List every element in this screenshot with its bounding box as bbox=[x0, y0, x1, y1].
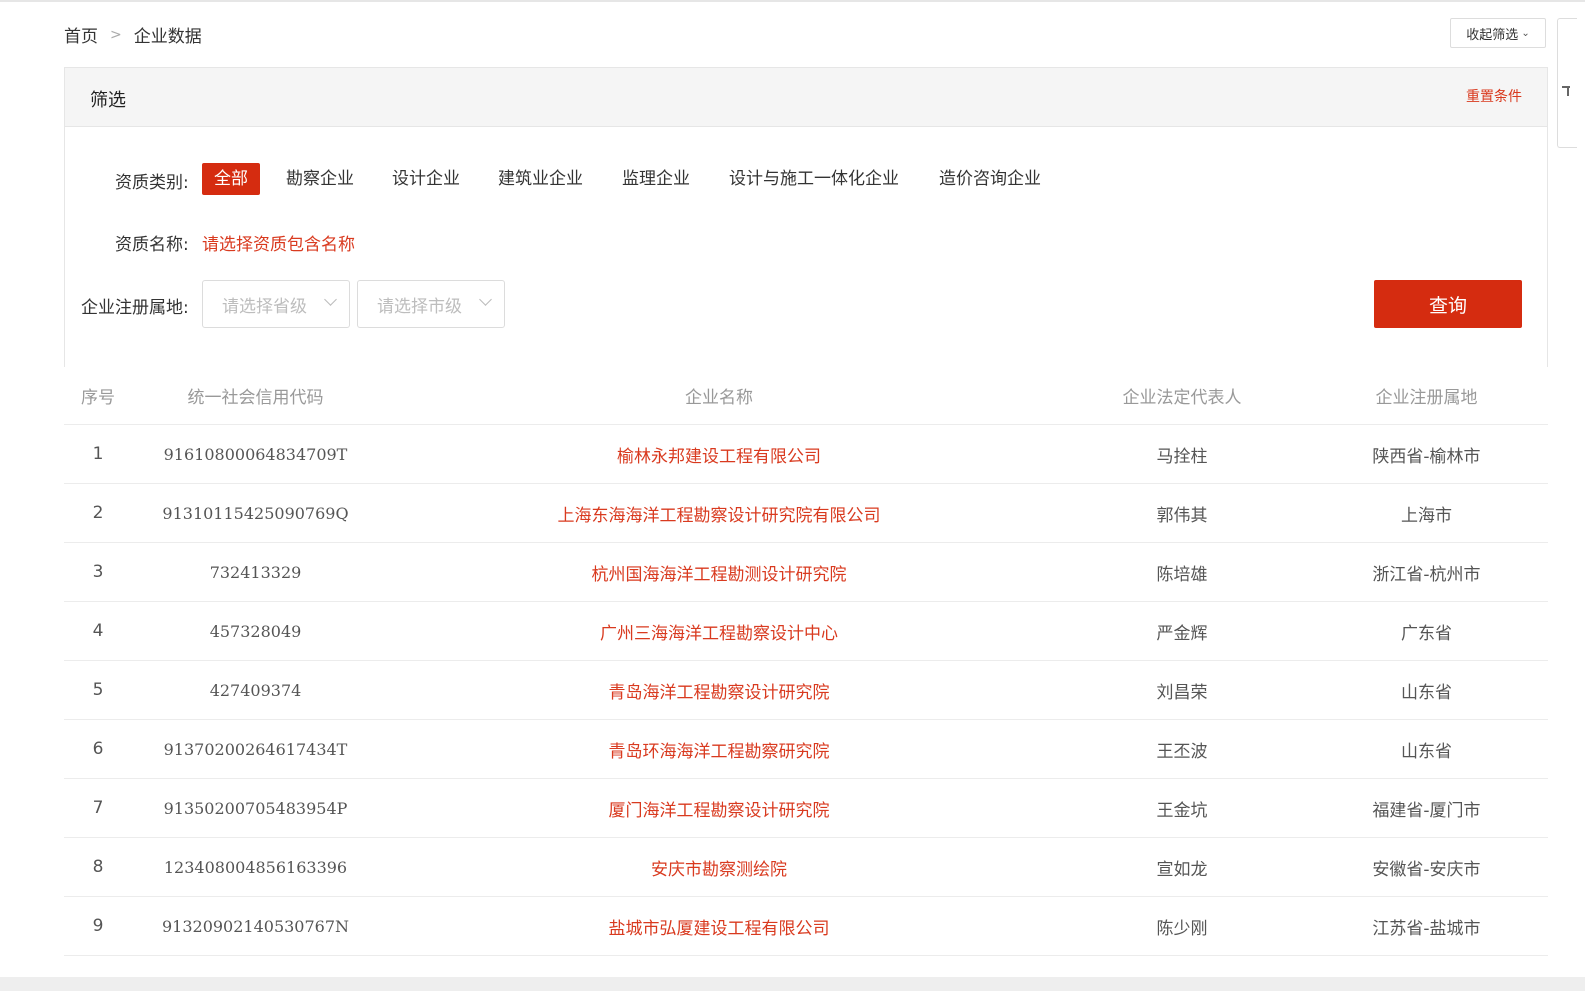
row-enterprise-name-link[interactable]: 盐城市弘厦建设工程有限公司 bbox=[379, 896, 1059, 956]
side-panel-tab[interactable] bbox=[1557, 18, 1577, 148]
filter-title: 筛选 bbox=[90, 90, 126, 111]
chevron-down-icon bbox=[324, 293, 337, 306]
chevron-down-icon: ⌄ bbox=[1521, 27, 1530, 39]
row-enterprise-name-link[interactable]: 厦门海洋工程勘察设计研究院 bbox=[379, 778, 1059, 838]
row-registration-location: 江苏省-盐城市 bbox=[1305, 896, 1548, 956]
chevron-down-icon bbox=[479, 293, 492, 306]
row-legal-representative: 马拴柱 bbox=[1059, 424, 1305, 484]
row-registration-location: 山东省 bbox=[1305, 719, 1548, 779]
row-registration-location: 浙江省-杭州市 bbox=[1305, 542, 1548, 602]
header-enterprise-name: 企业名称 bbox=[379, 367, 1059, 425]
row-enterprise-name-link[interactable]: 广州三海海洋工程勘察设计中心 bbox=[379, 601, 1059, 661]
row-legal-representative: 严金辉 bbox=[1059, 601, 1305, 661]
header-credit-code: 统一社会信用代码 bbox=[132, 367, 379, 425]
side-tab-icon-stem bbox=[1567, 86, 1569, 96]
table-row: 3 732413329 杭州国海海洋工程勘测设计研究院 陈培雄 浙江省-杭州市 bbox=[64, 542, 1548, 602]
row-credit-code: 123408004856163396 bbox=[132, 837, 379, 897]
category-option-design[interactable]: 设计企业 bbox=[380, 163, 472, 195]
breadcrumb: 首页 > 企业数据 bbox=[64, 22, 202, 48]
table-row: 4 457328049 广州三海海洋工程勘察设计中心 严金辉 广东省 bbox=[64, 601, 1548, 661]
filter-header: 筛选 重置条件 bbox=[65, 68, 1547, 127]
row-index: 1 bbox=[64, 424, 132, 484]
row-legal-representative: 王丕波 bbox=[1059, 719, 1305, 779]
row-registration-location: 陕西省-榆林市 bbox=[1305, 424, 1548, 484]
row-enterprise-name-link[interactable]: 上海东海海洋工程勘察设计研究院有限公司 bbox=[379, 483, 1059, 543]
filter-panel: 筛选 重置条件 资质类别: 全部 勘察企业 设计企业 建筑业企业 监理企业 设计… bbox=[64, 67, 1548, 367]
category-option-all[interactable]: 全部 bbox=[202, 163, 260, 195]
region-label: 企业注册属地: bbox=[81, 298, 189, 318]
qualification-name-label: 资质名称: bbox=[115, 235, 189, 255]
table-row: 9 91320902140530767N 盐城市弘厦建设工程有限公司 陈少刚 江苏省-盐… bbox=[64, 896, 1548, 956]
row-enterprise-name-link[interactable]: 榆林永邦建设工程有限公司 bbox=[379, 424, 1059, 484]
header-registration-location: 企业注册属地 bbox=[1305, 367, 1548, 425]
enterprise-table: 序号 统一社会信用代码 企业名称 企业法定代表人 企业注册属地 1 9161080… bbox=[64, 367, 1548, 956]
category-label: 资质类别: bbox=[115, 173, 189, 193]
row-index: 2 bbox=[64, 483, 132, 543]
row-credit-code: 427409374 bbox=[132, 660, 379, 720]
top-border bbox=[0, 0, 1585, 2]
row-index: 3 bbox=[64, 542, 132, 602]
row-credit-code: 91370200264617434T bbox=[132, 719, 379, 779]
row-index: 7 bbox=[64, 778, 132, 838]
breadcrumb-separator-icon: > bbox=[110, 26, 122, 43]
city-placeholder: 请选择市级 bbox=[377, 296, 462, 317]
row-legal-representative: 宣如龙 bbox=[1059, 837, 1305, 897]
row-index: 4 bbox=[64, 601, 132, 661]
row-legal-representative: 郭伟其 bbox=[1059, 483, 1305, 543]
row-enterprise-name-link[interactable]: 安庆市勘察测绘院 bbox=[379, 837, 1059, 897]
category-option-supervision[interactable]: 监理企业 bbox=[610, 163, 702, 195]
collapse-filter-label: 收起筛选 bbox=[1466, 27, 1519, 43]
row-credit-code: 732413329 bbox=[132, 542, 379, 602]
row-registration-location: 山东省 bbox=[1305, 660, 1548, 720]
row-credit-code: 91310115425090769Q bbox=[132, 483, 379, 543]
province-placeholder: 请选择省级 bbox=[222, 296, 307, 317]
row-enterprise-name-link[interactable]: 青岛海洋工程勘察设计研究院 bbox=[379, 660, 1059, 720]
row-credit-code: 91320902140530767N bbox=[132, 896, 379, 956]
table-row: 7 91350200705483954P 厦门海洋工程勘察设计研究院 王金坑 福建省-厦… bbox=[64, 778, 1548, 838]
table-row: 6 91370200264617434T 青岛环海海洋工程勘察研究院 王丕波 山东省 bbox=[64, 719, 1548, 779]
table-row: 1 91610800064834709T 榆林永邦建设工程有限公司 马拴柱 陕西省-榆林… bbox=[64, 424, 1548, 484]
table-header-row: 序号 统一社会信用代码 企业名称 企业法定代表人 企业注册属地 bbox=[64, 367, 1548, 425]
category-option-survey[interactable]: 勘察企业 bbox=[274, 163, 366, 195]
row-registration-location: 广东省 bbox=[1305, 601, 1548, 661]
table-row: 5 427409374 青岛海洋工程勘察设计研究院 刘昌荣 山东省 bbox=[64, 660, 1548, 720]
row-index: 5 bbox=[64, 660, 132, 720]
category-option-construction[interactable]: 建筑业企业 bbox=[486, 163, 595, 195]
row-legal-representative: 王金坑 bbox=[1059, 778, 1305, 838]
row-enterprise-name-link[interactable]: 青岛环海海洋工程勘察研究院 bbox=[379, 719, 1059, 779]
row-enterprise-name-link[interactable]: 杭州国海海洋工程勘测设计研究院 bbox=[379, 542, 1059, 602]
row-index: 9 bbox=[64, 896, 132, 956]
row-index: 8 bbox=[64, 837, 132, 897]
row-legal-representative: 刘昌荣 bbox=[1059, 660, 1305, 720]
row-credit-code: 91350200705483954P bbox=[132, 778, 379, 838]
city-select[interactable]: 请选择市级 bbox=[357, 280, 505, 328]
row-credit-code: 457328049 bbox=[132, 601, 379, 661]
category-option-design-build[interactable]: 设计与施工一体化企业 bbox=[717, 163, 911, 195]
horizontal-scrollbar[interactable] bbox=[0, 977, 1585, 991]
query-button[interactable]: 查询 bbox=[1374, 280, 1522, 328]
row-registration-location: 上海市 bbox=[1305, 483, 1548, 543]
row-credit-code: 91610800064834709T bbox=[132, 424, 379, 484]
breadcrumb-home[interactable]: 首页 bbox=[64, 22, 98, 47]
row-registration-location: 安徽省-安庆市 bbox=[1305, 837, 1548, 897]
collapse-filter-button[interactable]: 收起筛选 ⌄ bbox=[1450, 18, 1546, 48]
row-index: 6 bbox=[64, 719, 132, 779]
row-registration-location: 福建省-厦门市 bbox=[1305, 778, 1548, 838]
breadcrumb-current: 企业数据 bbox=[133, 27, 202, 47]
table-row: 2 91310115425090769Q 上海东海海洋工程勘察设计研究院有限公司 郭伟… bbox=[64, 483, 1548, 543]
header-legal-representative: 企业法定代表人 bbox=[1059, 367, 1305, 425]
reset-conditions-link[interactable]: 重置条件 bbox=[1466, 86, 1522, 106]
province-select[interactable]: 请选择省级 bbox=[202, 280, 350, 328]
row-legal-representative: 陈少刚 bbox=[1059, 896, 1305, 956]
row-legal-representative: 陈培雄 bbox=[1059, 542, 1305, 602]
table-row: 8 123408004856163396 安庆市勘察测绘院 宣如龙 安徽省-安庆市 bbox=[64, 837, 1548, 897]
header-index: 序号 bbox=[64, 367, 132, 425]
category-option-cost-consulting[interactable]: 造价咨询企业 bbox=[927, 163, 1053, 195]
qualification-name-selector[interactable]: 请选择资质包含名称 bbox=[202, 230, 355, 255]
